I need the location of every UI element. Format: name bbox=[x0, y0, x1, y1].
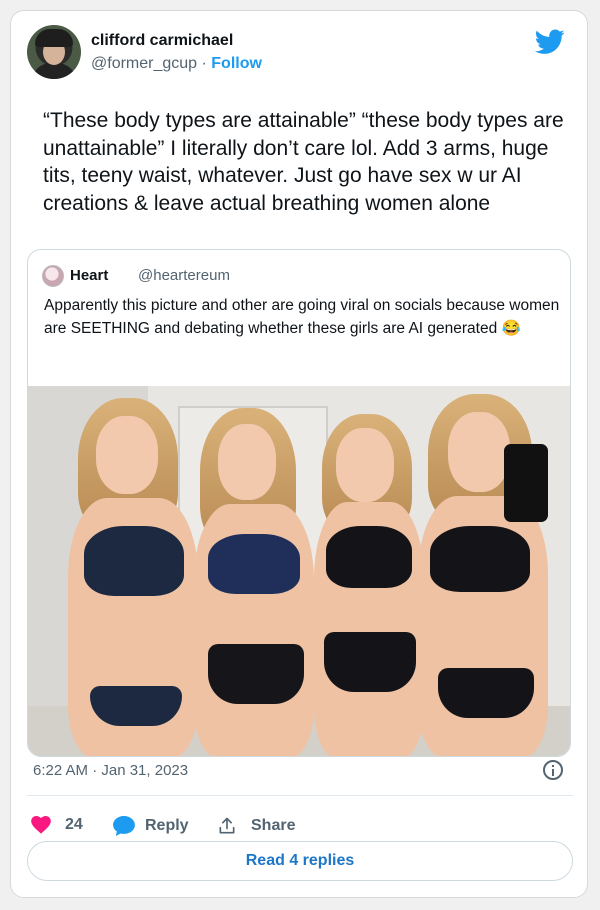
photo-person bbox=[188, 386, 318, 756]
reply-label: Reply bbox=[145, 817, 189, 834]
quoted-avatar[interactable] bbox=[42, 265, 64, 287]
divider bbox=[27, 795, 573, 796]
quoted-tweet-text: Apparently this picture and other are go… bbox=[44, 297, 560, 337]
quoted-author-name[interactable]: Heart bbox=[70, 267, 108, 284]
avatar-body bbox=[31, 63, 77, 79]
quoted-tweet-photo[interactable] bbox=[28, 386, 570, 756]
share-button[interactable]: Share bbox=[217, 816, 295, 836]
tweet-timestamp[interactable]: 6:22 AM · Jan 31, 2023 bbox=[33, 762, 188, 779]
like-button[interactable]: 24 bbox=[31, 816, 83, 834]
share-label: Share bbox=[251, 817, 296, 834]
speech-bubble-icon bbox=[113, 816, 135, 836]
tweet-card: clifford carmichael @former_gcup · Follo… bbox=[10, 10, 588, 898]
info-icon[interactable] bbox=[543, 760, 563, 780]
author-avatar[interactable] bbox=[27, 25, 81, 79]
follow-button[interactable]: Follow bbox=[211, 55, 262, 72]
quoted-author-handle[interactable]: @heartereum bbox=[138, 267, 230, 284]
like-count: 24 bbox=[65, 816, 83, 833]
twitter-bird-icon[interactable] bbox=[535, 29, 565, 55]
author-handle-row: @former_gcup · Follow bbox=[91, 55, 262, 73]
tweet-text: “These body types are attainable” “these… bbox=[43, 109, 564, 215]
handle-separator: · bbox=[197, 55, 212, 72]
author-handle[interactable]: @former_gcup bbox=[91, 55, 197, 72]
heart-icon bbox=[31, 816, 51, 834]
share-icon bbox=[219, 817, 235, 834]
avatar-cap bbox=[35, 29, 73, 47]
photo-phone bbox=[504, 444, 548, 522]
author-name[interactable]: clifford carmichael bbox=[91, 32, 233, 50]
quoted-tweet[interactable]: Heart @heartereum Apparently this pictur… bbox=[27, 249, 571, 757]
reply-button[interactable]: Reply bbox=[113, 816, 189, 836]
photo-person bbox=[68, 386, 203, 756]
photo-person bbox=[408, 386, 558, 756]
read-replies-button[interactable]: Read 4 replies bbox=[27, 841, 573, 881]
